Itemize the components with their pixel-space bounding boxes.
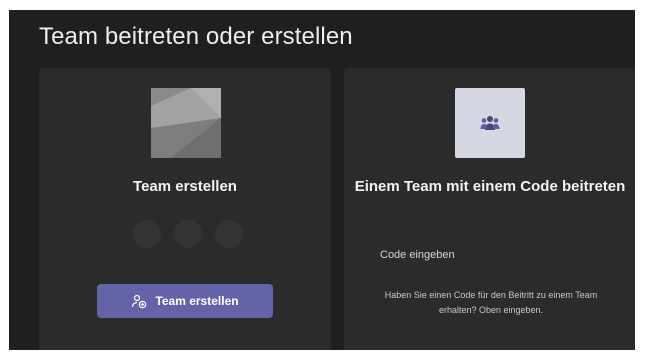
team-create-illustration: [151, 88, 221, 158]
create-team-card[interactable]: Team erstellen Team erstellen: [39, 68, 331, 350]
create-team-button-label: Team erstellen: [155, 294, 239, 308]
join-team-card[interactable]: Einem Team mit einem Code beitreten Code…: [344, 68, 635, 350]
create-team-button[interactable]: Team erstellen: [97, 284, 273, 318]
page-title: Team beitreten oder erstellen: [39, 23, 353, 50]
code-input-label[interactable]: Code eingeben: [380, 249, 455, 261]
join-team-title: Einem Team mit einem Code beitreten: [354, 178, 626, 195]
avatar: [215, 220, 243, 248]
create-team-title: Team erstellen: [133, 178, 237, 195]
teams-people-icon: [455, 88, 525, 158]
team-create-icon: [131, 293, 147, 309]
avatar: [133, 220, 161, 248]
join-help-text: Haben Sie einen Code für den Beitritt zu…: [384, 290, 598, 315]
teams-window: Team beitreten oder erstellen Team erste…: [9, 10, 635, 350]
avatar-placeholders: [133, 220, 243, 250]
avatar: [174, 220, 202, 248]
